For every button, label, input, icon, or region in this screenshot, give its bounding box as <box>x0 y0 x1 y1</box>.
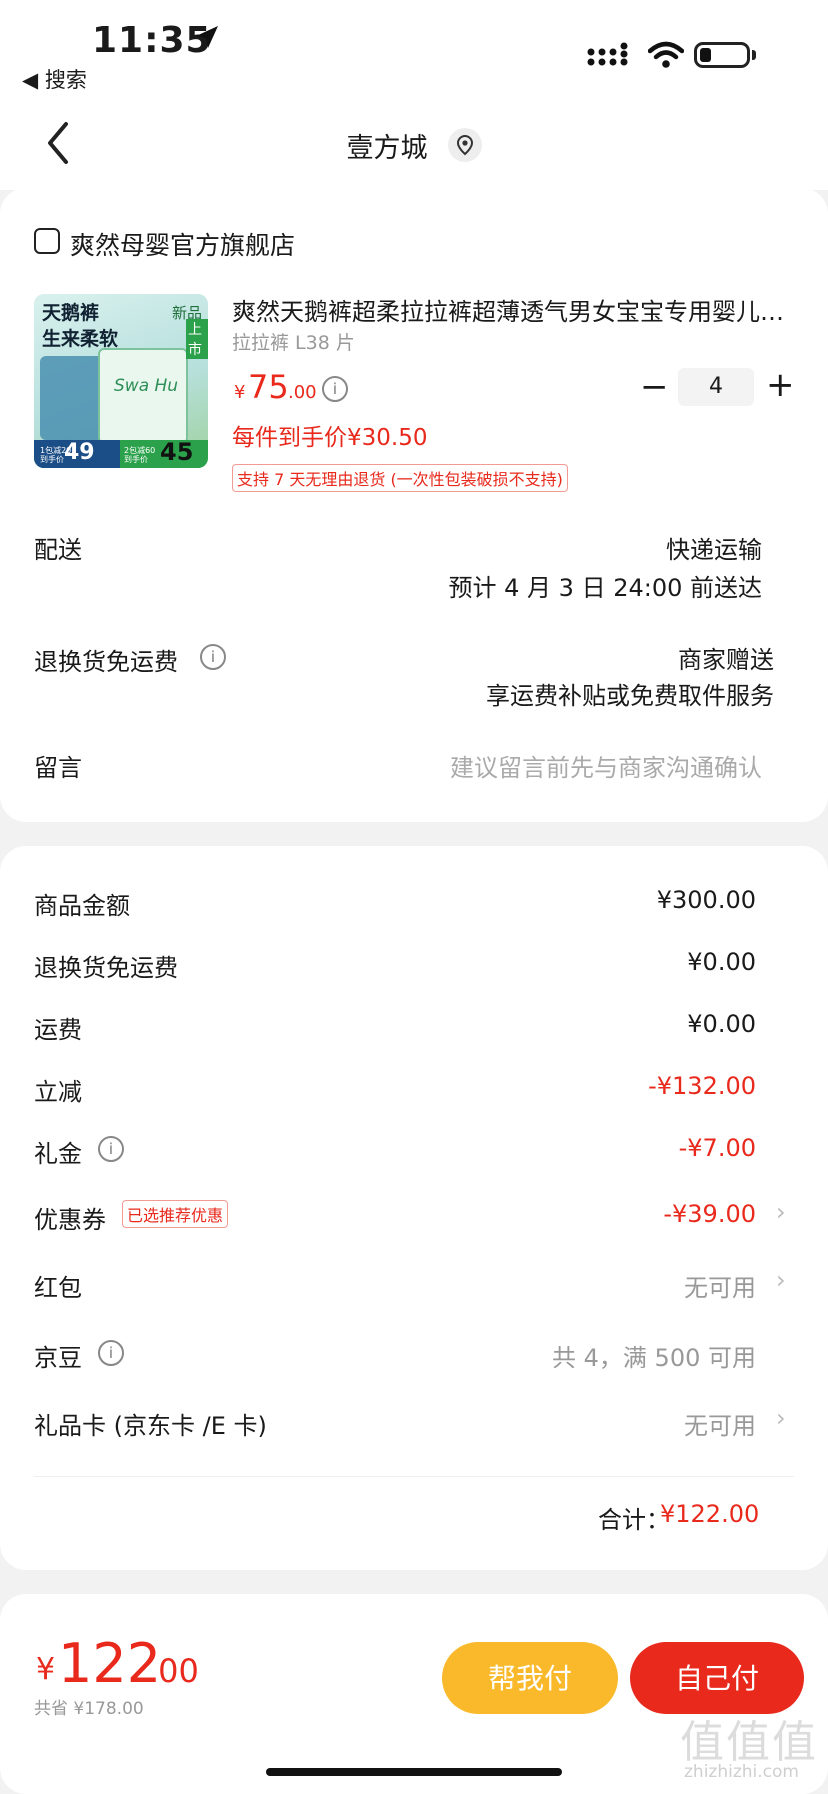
back-to-app-link[interactable]: ◀ 搜索 <box>22 64 87 94</box>
return-shipping-info-icon[interactable]: i <box>200 644 226 670</box>
coupon-value[interactable]: -¥39.00 <box>500 1200 756 1228</box>
product-image-slogan-2: 生来柔软 <box>42 328 119 350</box>
price-bar-left-value: 49 <box>64 440 95 465</box>
shop-name[interactable]: 爽然母婴官方旗舰店 <box>70 226 295 262</box>
freight-value: ¥0.00 <box>687 1010 756 1038</box>
watermark-logo: 值值值 <box>680 1717 818 1768</box>
jingdou-value: 共 4，满 500 可用 <box>552 1344 756 1372</box>
total-value: ¥122.00 <box>660 1500 760 1528</box>
pay-amount-integer: 122 <box>58 1632 162 1695</box>
return-shipping-value-2: 享运费补贴或免费取件服务 <box>486 682 774 710</box>
product-image[interactable]: Swa Hu 天鹅裤 生来柔软 新品 上市 1包减20 到手价 49 2包减60… <box>34 294 208 468</box>
product-pack-right <box>98 348 188 444</box>
instant-discount-value: -¥132.00 <box>648 1072 756 1100</box>
battery-tip <box>752 50 756 60</box>
quantity-increase-button[interactable]: + <box>766 368 795 402</box>
price-symbol: ¥ <box>234 382 246 403</box>
price-bar-right-note: 2包减60 到手价 <box>124 446 156 464</box>
coupon-label: 优惠券 <box>34 1206 106 1234</box>
shop-icon <box>34 228 60 254</box>
quantity-input[interactable]: 4 <box>678 368 754 406</box>
instant-discount-label: 立减 <box>34 1078 82 1106</box>
summary-divider <box>34 1476 794 1477</box>
watermark-url: zhizhizhi.com <box>684 1762 799 1782</box>
coupon-recommended-tag: 已选推荐优惠 <box>122 1200 229 1228</box>
product-spec[interactable]: 拉拉裤 L38 片 <box>232 328 355 355</box>
jingdou-label: 京豆 <box>34 1344 82 1372</box>
pay-amount-decimal: .00 <box>148 1652 199 1690</box>
product-image-slogan-1: 天鹅裤 <box>42 302 100 324</box>
gift-money-value: -¥7.00 <box>678 1134 756 1162</box>
launch-badge: 上市 <box>186 319 208 359</box>
goods-amount-value: ¥300.00 <box>656 886 756 914</box>
total-label: 合计： <box>598 1506 670 1534</box>
freight-label: 运费 <box>34 1016 82 1044</box>
delivery-method[interactable]: 快递运输 <box>300 530 762 565</box>
return-shipping-value-1: 商家赠送 <box>678 646 774 674</box>
price-bar-right-value: 45 <box>160 438 194 466</box>
order-item-card <box>0 188 828 822</box>
gift-card-label: 礼品卡 (京东卡 /E 卡) <box>34 1412 267 1440</box>
battery-icon <box>694 42 750 68</box>
goods-amount-label: 商品金额 <box>34 892 130 920</box>
return-shipping-label: 退换货免运费 <box>34 648 178 676</box>
red-packet-value[interactable]: 无可用 <box>500 1268 756 1303</box>
price-decimal: .00 <box>288 382 317 403</box>
page-title: 壹方城 <box>346 133 428 164</box>
message-label: 留言 <box>34 754 82 782</box>
self-pay-button[interactable]: 自己付 <box>630 1642 804 1714</box>
pay-currency: ¥ <box>36 1652 56 1687</box>
price-info-icon[interactable]: i <box>322 376 348 402</box>
gift-card-chevron-icon[interactable]: › <box>776 1404 786 1432</box>
total-savings: 共省 ¥178.00 <box>34 1699 144 1719</box>
location-arrow-icon <box>196 26 218 48</box>
gift-money-label: 礼金 <box>34 1140 82 1168</box>
cellular-signal-icon <box>587 42 628 66</box>
product-title[interactable]: 爽然天鹅裤超柔拉拉裤超薄透气男女宝宝专用婴儿尿不湿 <box>232 292 794 327</box>
return-fee-value: ¥0.00 <box>687 948 756 976</box>
product-brand-script: Swa Hu <box>114 376 179 396</box>
return-fee-label: 退换货免运费 <box>34 954 178 982</box>
location-pin-icon <box>456 134 474 156</box>
location-pin-button[interactable] <box>448 128 482 162</box>
message-input[interactable]: 建议留言前先与商家沟通确认 <box>300 748 762 783</box>
delivery-label: 配送 <box>34 536 82 564</box>
help-pay-button[interactable]: 帮我付 <box>442 1642 618 1714</box>
return-policy-tag: 支持 7 天无理由退货 (一次性包装破损不支持) <box>232 464 568 492</box>
gift-money-info-icon[interactable]: i <box>98 1136 124 1162</box>
jingdou-info-icon[interactable]: i <box>98 1340 124 1366</box>
gift-card-value[interactable]: 无可用 <box>500 1406 756 1441</box>
red-packet-label: 红包 <box>34 1274 82 1302</box>
unit-price: 每件到手价¥30.50 <box>232 425 428 451</box>
delivery-eta: 预计 4 月 3 日 24:00 前送达 <box>448 574 762 602</box>
price-integer: 75 <box>248 368 289 406</box>
wifi-icon <box>648 41 684 68</box>
quantity-decrease-button[interactable]: − <box>640 370 669 404</box>
coupon-chevron-icon[interactable]: › <box>776 1198 786 1226</box>
red-packet-chevron-icon[interactable]: › <box>776 1266 786 1294</box>
home-indicator[interactable] <box>266 1768 562 1776</box>
